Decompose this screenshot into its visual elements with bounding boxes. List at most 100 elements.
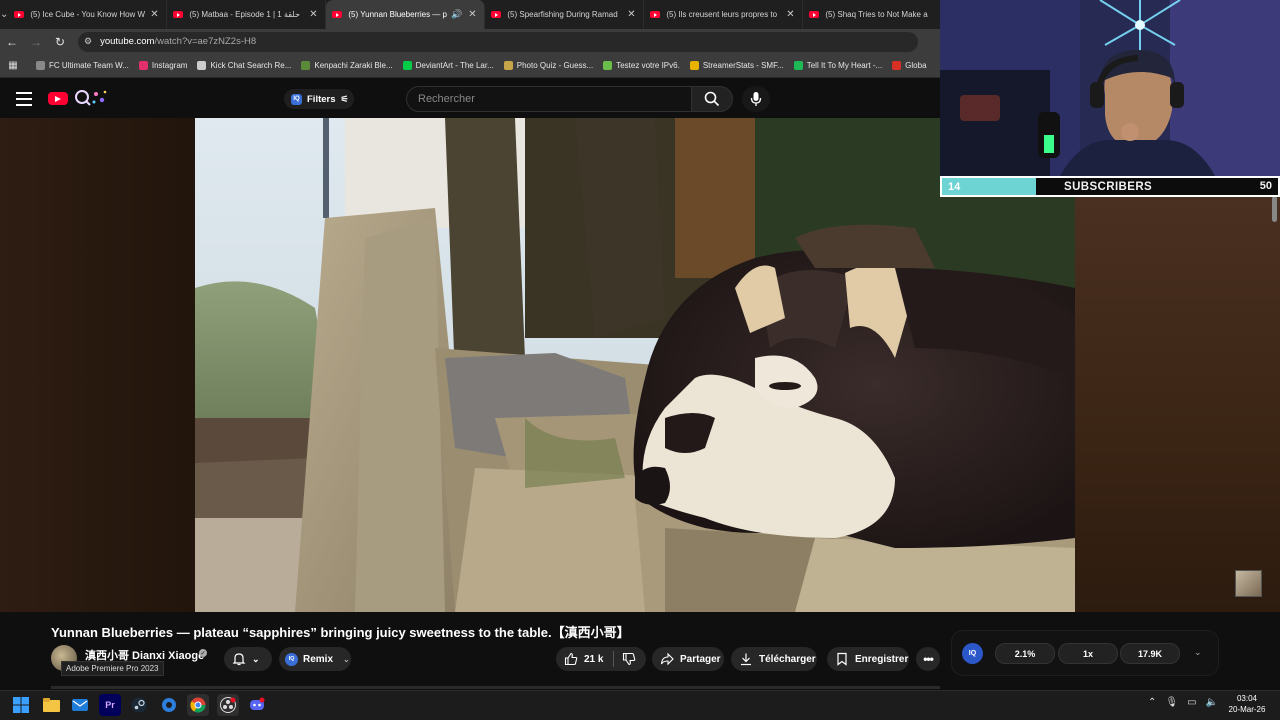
save-button[interactable]: Enregistrer (827, 647, 909, 671)
youtube-logo[interactable] (48, 92, 68, 105)
remix-label: Remix (303, 653, 334, 665)
discord-icon[interactable] (246, 694, 268, 716)
voice-search-button[interactable] (742, 86, 770, 112)
bookmark-item[interactable]: Tell It To My Heart -... (793, 61, 883, 70)
youtube-favicon-icon (809, 11, 820, 18)
close-tab-icon[interactable]: ✕ (148, 9, 160, 20)
bookmark-item[interactable]: Globa (892, 61, 927, 70)
bookmark-label: Kenpachi Zaraki Ble... (314, 61, 393, 70)
thumbs-up-icon[interactable] (564, 652, 578, 666)
browser-toolbar: ← → ↻ ⚙ youtube.com/watch?v=ae7zNZ2s-H8 (0, 29, 940, 54)
mail-icon[interactable] (69, 694, 91, 716)
file-explorer-icon[interactable] (40, 694, 62, 716)
bookmark-icon (837, 652, 847, 666)
speaker-icon[interactable]: 🔊 (451, 9, 462, 20)
browser-tab[interactable]: (5) Yunnan Blueberries — p 🔊 ✕ (326, 0, 486, 29)
notifications-button[interactable]: ⌄ (224, 647, 272, 671)
address-bar[interactable]: ⚙ youtube.com/watch?v=ae7zNZ2s-H8 (78, 31, 918, 52)
bookmark-favicon-icon (793, 61, 803, 70)
bookmark-favicon-icon (197, 61, 207, 70)
browser-tab[interactable]: (5) Ice Cube - You Know How W ✕ (8, 0, 168, 29)
clock-date: 20-Mar-26 (1228, 705, 1266, 714)
chevron-up-icon[interactable]: ⌃ (1148, 697, 1156, 708)
apps-grid-icon[interactable]: ▦ (0, 60, 26, 71)
clock-time: 03:04 (1236, 694, 1258, 703)
microphone-tray-icon[interactable]: 🎙 (1165, 697, 1178, 708)
mini-thumbnail[interactable] (1235, 570, 1262, 597)
more-actions-button[interactable]: ••• (916, 647, 940, 671)
iq-icon: IQ (291, 93, 302, 105)
menu-hamburger-icon[interactable] (16, 92, 32, 108)
search-button[interactable] (691, 86, 733, 112)
share-button[interactable]: Partager (652, 647, 724, 671)
edge-app-icon[interactable] (158, 694, 180, 716)
windows-start-icon[interactable] (10, 694, 32, 716)
bookmark-label: FC Ultimate Team W... (49, 61, 129, 70)
tab-title: (5) Yunnan Blueberries — p (348, 10, 447, 19)
premiere-pro-icon[interactable]: Pr (99, 694, 121, 716)
bookmark-item[interactable]: FC Ultimate Team W... (36, 61, 129, 70)
close-tab-icon[interactable]: ✕ (625, 9, 637, 20)
scrollbar-thumb[interactable] (1272, 196, 1277, 222)
taskbar-clock[interactable]: 03:04 20-Mar-26 (1222, 693, 1272, 715)
close-tab-icon[interactable]: ✕ (784, 9, 796, 20)
steam-icon[interactable] (128, 694, 150, 716)
extension-logo[interactable]: IQ (962, 643, 983, 664)
bookmark-item[interactable]: DeviantArt - The Lar... (402, 61, 494, 70)
url-host: youtube.com (100, 36, 155, 47)
chevron-down-icon[interactable]: ⌄ (1194, 647, 1202, 658)
bookmark-label: Tell It To My Heart -... (806, 61, 883, 70)
back-arrow-icon[interactable]: ← (0, 29, 24, 54)
search-icon (704, 91, 720, 107)
tab-title: (5) Matbaa - Episode 1 | 1 حلقة (189, 10, 300, 19)
close-tab-icon[interactable]: ✕ (307, 9, 319, 20)
youtube-favicon-icon (650, 11, 661, 18)
forward-arrow-icon[interactable]: → (24, 29, 48, 54)
site-info-icon[interactable]: ⚙ (84, 36, 92, 47)
share-label: Partager (680, 653, 721, 665)
extension-views[interactable]: 17.9K (1120, 643, 1180, 664)
browser-tab[interactable]: (5) Spearfishing During Ramad ✕ (485, 0, 645, 29)
volume-icon[interactable]: 🔈 (1206, 697, 1218, 708)
subscriber-goal: 50 (1259, 180, 1272, 192)
extension-speed[interactable]: 1x (1058, 643, 1118, 664)
chrome-icon[interactable] (187, 694, 209, 716)
remix-button[interactable]: IQ Remix ⌄ (279, 647, 351, 671)
close-tab-icon[interactable]: ✕ (466, 9, 478, 20)
bookmark-item[interactable]: Kenpachi Zaraki Ble... (301, 61, 393, 70)
like-dislike-group: 21 k (556, 647, 646, 671)
extension-rate[interactable]: 2.1% (995, 643, 1055, 664)
video-title: Yunnan Blueberries — plateau “sapphires”… (51, 625, 630, 640)
bookmark-favicon-icon (603, 61, 613, 70)
bookmark-item[interactable]: StreamerStats - SMF... (689, 61, 784, 70)
iq-icon: IQ (285, 652, 298, 666)
bookmark-favicon-icon (301, 61, 311, 70)
save-label: Enregistrer (855, 653, 909, 665)
browser-tab[interactable]: (5) Shaq Tries to Not Make a✕ (803, 0, 963, 29)
url-path: /watch?v=ae7zNZ2s-H8 (154, 36, 257, 47)
filters-button[interactable]: IQ Filters ⚟ (284, 89, 354, 109)
bookmark-label: DeviantArt - The Lar... (415, 61, 494, 70)
like-count[interactable]: 21 k (584, 654, 603, 665)
browser-tab[interactable]: (5) Ils creusent leurs propres to ✕ (644, 0, 804, 29)
webcam-feed (940, 0, 1280, 176)
bookmark-item[interactable]: Testez votre IPv6. (603, 61, 680, 70)
obs-icon[interactable] (217, 694, 239, 716)
doodle-magnifier-icon[interactable] (72, 88, 108, 108)
bookmark-label: Testez votre IPv6. (616, 61, 680, 70)
bookmark-item[interactable]: Photo Quiz - Guess... (503, 61, 593, 70)
youtube-favicon-icon (173, 11, 184, 18)
network-icon[interactable]: ▭ (1187, 697, 1196, 708)
tab-search-chevron-icon[interactable]: ⌄ (0, 0, 8, 29)
download-button[interactable]: Télécharger (731, 647, 817, 671)
bell-icon (232, 653, 246, 666)
thumbs-down-icon[interactable] (622, 652, 636, 666)
share-arrow-icon (660, 652, 674, 666)
download-icon (741, 653, 751, 666)
bookmark-item[interactable]: Instagram (138, 61, 188, 70)
reload-icon[interactable]: ↻ (48, 29, 72, 54)
bookmark-label: Instagram (151, 61, 188, 70)
bookmark-item[interactable]: Kick Chat Search Re... (197, 61, 291, 70)
search-input[interactable]: Rechercher (406, 86, 692, 112)
browser-tab[interactable]: (5) Matbaa - Episode 1 | 1 حلقة ✕ (167, 0, 327, 29)
